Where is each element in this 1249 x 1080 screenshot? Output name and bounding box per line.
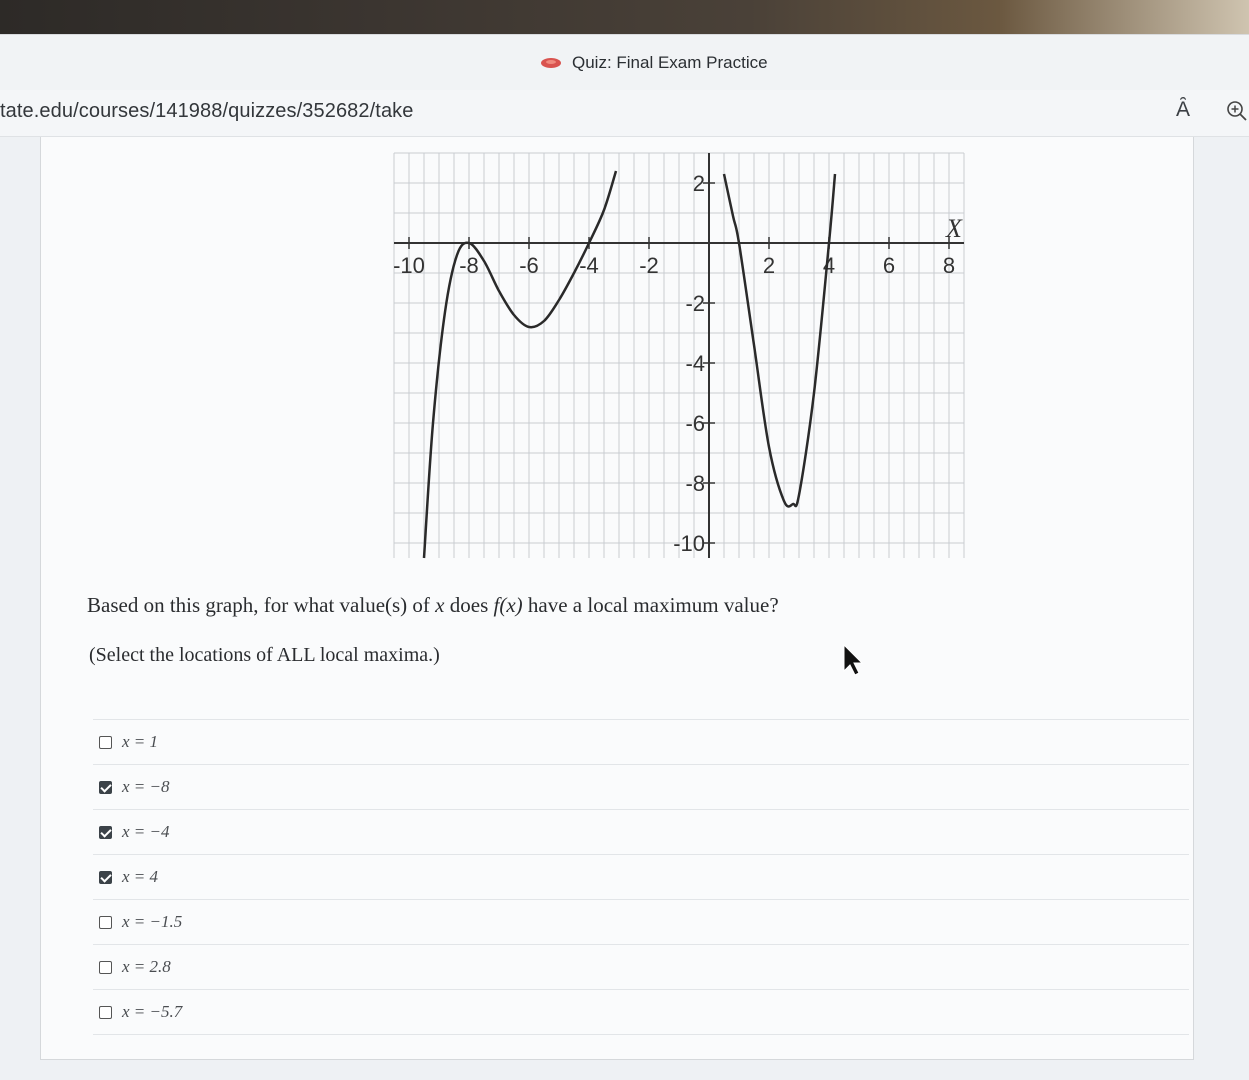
y-tick-label: 2: [693, 171, 705, 196]
answer-label: x = −1.5: [122, 912, 183, 931]
question-text: Based on this graph, for what value(s) o…: [87, 593, 779, 617]
answer-option[interactable]: x = −5.7: [93, 989, 1189, 1034]
answer-label: x = −8: [122, 777, 170, 796]
answer-label: x = 1: [122, 732, 159, 751]
y-tick-label: -8: [685, 471, 705, 496]
x-tick-label: -8: [459, 253, 479, 278]
answer-checkbox[interactable]: [99, 960, 112, 974]
monitor-bezel: [0, 0, 1249, 34]
mouse-cursor-icon: [843, 643, 864, 676]
answer-list-end-divider: [93, 1034, 1189, 1035]
y-tick-label: -2: [685, 291, 705, 316]
zoom-in-icon[interactable]: [1226, 100, 1248, 122]
answer-list: x = 1 x = −8 x = −4 x = 4 x = −1.5 x = 2.8 x =…: [93, 719, 1189, 1035]
answer-checkbox[interactable]: [99, 735, 112, 749]
x-axis-label: X: [945, 214, 963, 243]
x-tick-label: -2: [639, 253, 659, 278]
answer-checkbox[interactable]: [99, 870, 112, 884]
x-tick-label: 2: [763, 253, 775, 278]
answer-checkbox[interactable]: [99, 780, 112, 794]
browser-tab[interactable]: Quiz: Final Exam Practice: [540, 53, 768, 73]
answer-label: x = 2.8: [122, 957, 171, 976]
x-tick-label: 6: [883, 253, 895, 278]
function-curve-2: [722, 173, 837, 508]
answer-option[interactable]: x = 4: [93, 854, 1189, 899]
x-tick-label: 8: [943, 253, 955, 278]
quiz-question-card: -10 -8 -6 -4 -2 2 4 6 8 2 -2 -4 -6 -8 -10 X Based on th…: [40, 137, 1194, 1060]
answer-label: x = −4: [122, 822, 170, 841]
answer-label: x = 4: [122, 867, 159, 886]
answer-option[interactable]: x = 2.8: [93, 944, 1189, 989]
answer-label: x = −5.7: [122, 1002, 183, 1021]
answer-checkbox[interactable]: [99, 1005, 112, 1019]
answer-checkbox[interactable]: [99, 915, 112, 929]
x-tick-label: 4: [823, 253, 835, 278]
answer-checkbox[interactable]: [99, 825, 112, 839]
function-curve-1: [422, 170, 618, 559]
url-text[interactable]: tate.edu/courses/141988/quizzes/352682/t…: [0, 100, 414, 123]
function-graph: -10 -8 -6 -4 -2 2 4 6 82-2-4-6-8-10X: [393, 152, 965, 559]
x-tick-label: -10: [393, 253, 425, 278]
read-aloud-icon[interactable]: Ȃ: [1176, 98, 1190, 122]
address-bar[interactable]: tate.edu/courses/141988/quizzes/352682/t…: [0, 90, 1249, 137]
y-tick-label: -10: [673, 531, 705, 556]
question-hint: (Select the locations of ALL local maxim…: [89, 644, 440, 666]
y-tick-label: -4: [685, 351, 705, 376]
y-tick-label: -6: [685, 411, 705, 436]
x-tick-label: -6: [519, 253, 539, 278]
browser-title-bar: Quiz: Final Exam Practice: [0, 34, 1249, 91]
tab-title-text: Quiz: Final Exam Practice: [572, 53, 768, 72]
answer-option[interactable]: x = 1: [93, 719, 1189, 764]
answer-option[interactable]: x = −1.5: [93, 899, 1189, 944]
answer-option[interactable]: x = −4: [93, 809, 1189, 854]
page-content: -10 -8 -6 -4 -2 2 4 6 8 2 -2 -4 -6 -8 -10 X Based on th…: [0, 137, 1249, 1080]
canvas-favicon-icon: [541, 58, 561, 68]
answer-option[interactable]: x = −8: [93, 764, 1189, 809]
